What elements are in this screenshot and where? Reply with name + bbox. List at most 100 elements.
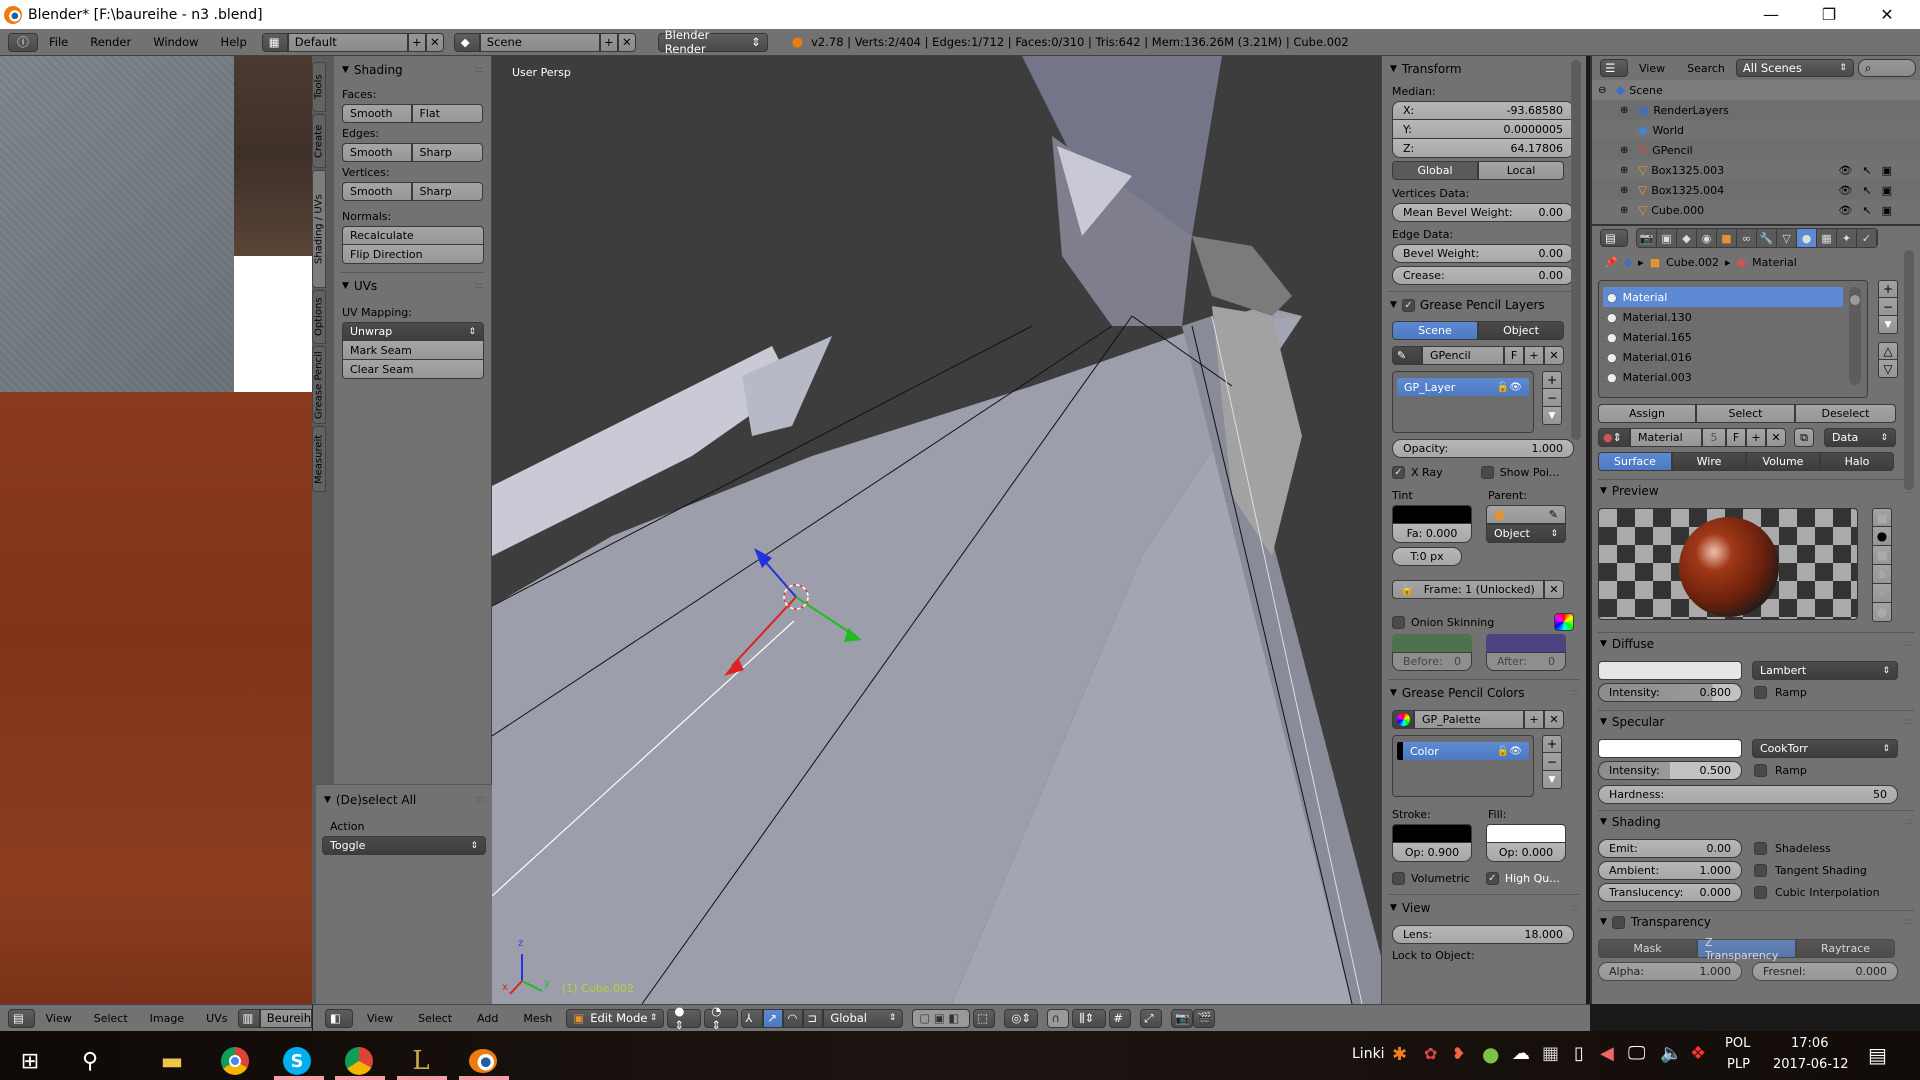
edges-sharp-button[interactable]: Sharp	[411, 143, 483, 162]
add-layer-button[interactable]: +	[1542, 371, 1562, 389]
color-app-icon[interactable]: ❖	[1690, 1043, 1706, 1064]
proportional-editing-dropdown[interactable]: ◎⇕	[1004, 1008, 1039, 1028]
deselect-button[interactable]: Deselect	[1795, 404, 1896, 423]
clock-time[interactable]: 17:06	[1791, 1036, 1828, 1051]
frame-lock-field[interactable]: 🔓 Frame: 1 (Unlocked)	[1392, 580, 1544, 599]
properties-tab-render-layers-icon[interactable]: ▣	[1657, 229, 1677, 247]
material-browse-button[interactable]: ● ⇕	[1598, 428, 1630, 447]
avast-icon[interactable]: ✱	[1392, 1044, 1407, 1065]
stroke-opacity-field[interactable]: Op: 0.900	[1392, 843, 1472, 862]
palette-datablock[interactable]: GP_Palette	[1414, 710, 1524, 729]
file-explorer-icon[interactable]: ▬	[156, 1045, 188, 1077]
tint-factor-field[interactable]: Fa: 0.000	[1392, 524, 1472, 543]
add-icon[interactable]: +	[1746, 428, 1766, 447]
drag-grip-icon[interactable]: ::::	[1904, 917, 1913, 927]
tab-options[interactable]: Options	[312, 290, 326, 344]
material-slot-item[interactable]: ● Material.003	[1603, 367, 1843, 387]
edges-smooth-button[interactable]: Smooth	[342, 143, 412, 162]
close-icon[interactable]: ✕	[1544, 346, 1564, 365]
properties-tab-object-icon[interactable]: ■	[1717, 229, 1737, 247]
median-x-field[interactable]: X: -93.68580	[1392, 101, 1574, 120]
printer-ink-icon[interactable]: ▦	[1542, 1043, 1559, 1064]
expand-icon[interactable]: ⊕	[1620, 205, 1634, 216]
view3d-menu-select[interactable]: Select	[407, 1012, 463, 1025]
alpha-field[interactable]: Alpha: 1.000	[1598, 962, 1742, 981]
parent-type-dropdown[interactable]: Object ⇕	[1486, 524, 1566, 543]
visibility-select-render-toggles[interactable]: 👁↖▣	[1838, 164, 1902, 177]
close-icon[interactable]: ✕	[1766, 428, 1786, 447]
faces-smooth-button[interactable]: Smooth	[342, 104, 412, 123]
gp-layers-header[interactable]: ▼✓Grease Pencil Layers::::	[1382, 294, 1586, 316]
snap-element-dropdown[interactable]: ⫼⇕	[1072, 1008, 1107, 1028]
deselect-all-header[interactable]: ▼ (De)select All::::	[316, 789, 492, 811]
shading-panel-header[interactable]: ▼ Shading::::	[1592, 811, 1920, 833]
delete-frame-button[interactable]: ✕	[1544, 580, 1564, 599]
tab-measureit[interactable]: Measureit	[312, 426, 326, 492]
editor-type-3d-button[interactable]: ◧	[325, 1008, 353, 1028]
shading-panel-header[interactable]: ▼ Shading::::	[334, 59, 491, 81]
sync-check-icon[interactable]: ●	[1482, 1042, 1499, 1066]
add-scene-button[interactable]: +	[599, 32, 618, 52]
diffuse-shader-dropdown[interactable]: Lambert ⇕	[1752, 661, 1898, 680]
transparency-mode-tab-mask[interactable]: Mask	[1598, 939, 1697, 958]
editor-type-uv-button[interactable]: ▤	[8, 1008, 35, 1028]
specular-ramp-checkbox[interactable]	[1754, 764, 1767, 777]
chrome-profile-icon[interactable]	[343, 1045, 375, 1077]
tab-grease-pencil[interactable]: Grease Pencil	[312, 346, 326, 424]
fake-user-button[interactable]: F	[1726, 428, 1746, 447]
minimize-button[interactable]: —	[1742, 0, 1800, 29]
properties-tab-modifiers-icon[interactable]: 🔧	[1757, 229, 1777, 247]
onion-skinning-checkbox[interactable]	[1392, 615, 1405, 629]
expand-icon[interactable]: ⊖	[1598, 85, 1612, 96]
preview-monkey-button[interactable]: ♞	[1872, 565, 1892, 584]
outliner-menu-search[interactable]: Search	[1676, 62, 1736, 75]
remove-slot-button[interactable]: −	[1878, 298, 1898, 316]
link-icon[interactable]: ⧉	[1794, 428, 1814, 447]
material-slot-item[interactable]: ● Material.130	[1603, 307, 1843, 327]
gp-colors-header[interactable]: ▼ Grease Pencil Colors::::	[1382, 682, 1586, 704]
screen-layout-field[interactable]: Default	[287, 32, 408, 52]
properties-tab-physics-icon[interactable]: ✓	[1857, 229, 1877, 247]
parent-object-field[interactable]: ■ ✎	[1486, 505, 1566, 524]
mode-dropdown[interactable]: ▣ Edit Mode ⇕	[566, 1008, 665, 1028]
assign-button[interactable]: Assign	[1598, 404, 1696, 423]
cubic-interpolation-checkbox[interactable]	[1754, 886, 1767, 899]
stroke-color-swatch[interactable]	[1392, 824, 1472, 843]
properties-tab-render-icon[interactable]: 📷	[1637, 229, 1657, 247]
view-panel-header[interactable]: ▼ View::::	[1382, 897, 1586, 919]
uvs-panel-header[interactable]: ▼ UVs::::	[334, 275, 491, 297]
specular-intensity-slider[interactable]: Intensity: 0.500	[1598, 761, 1742, 780]
blender-icon[interactable]	[467, 1045, 499, 1077]
scene-field[interactable]: Scene	[479, 32, 600, 52]
action-center-icon[interactable]: ▤	[1868, 1043, 1887, 1067]
diffuse-panel-header[interactable]: ▼ Diffuse::::	[1592, 633, 1920, 655]
menu-help[interactable]: Help	[210, 35, 258, 49]
outliner-item[interactable]: ⊕ ▣ RenderLayers	[1592, 100, 1920, 120]
viewport-shading-dropdown[interactable]: ● ⇕	[667, 1004, 702, 1032]
transparency-checkbox[interactable]	[1611, 915, 1625, 929]
drag-grip-icon[interactable]: ::::	[476, 795, 485, 805]
add-screen-button[interactable]: +	[407, 32, 426, 52]
add-color-button[interactable]: +	[1542, 735, 1562, 753]
lens-field[interactable]: Lens: 18.000	[1392, 925, 1574, 944]
clock-date[interactable]: 2017-06-12	[1773, 1057, 1849, 1072]
view3d-menu-mesh[interactable]: Mesh	[512, 1012, 563, 1025]
mark-seam-button[interactable]: Mark Seam	[342, 341, 484, 360]
bevel-weight-field[interactable]: Bevel Weight: 0.00	[1392, 244, 1574, 263]
input-language[interactable]: POL	[1725, 1036, 1750, 1051]
links-toolbar[interactable]: Linki	[1352, 1046, 1385, 1062]
material-users-count[interactable]: 5	[1702, 428, 1726, 447]
diffuse-ramp-checkbox[interactable]	[1754, 686, 1767, 699]
move-slot-up-button[interactable]: △	[1878, 342, 1898, 360]
color-specials-button[interactable]: ▼	[1542, 771, 1562, 789]
occlude-geometry-button[interactable]: ⬚	[973, 1008, 996, 1028]
onion-after-field[interactable]: After: 0	[1486, 652, 1566, 671]
drag-grip-icon[interactable]: ::::	[1904, 639, 1913, 649]
pin-icon[interactable]: 📌	[1604, 256, 1618, 269]
preview-flat-button[interactable]: ■	[1872, 508, 1892, 527]
image-name-field[interactable]: Beureihe	[259, 1008, 312, 1028]
uv-menu-view[interactable]: View	[35, 1012, 83, 1025]
opengl-render-button[interactable]: 📷	[1171, 1008, 1194, 1028]
add-icon[interactable]: +	[1524, 710, 1544, 729]
palette-icon[interactable]	[1392, 710, 1414, 729]
